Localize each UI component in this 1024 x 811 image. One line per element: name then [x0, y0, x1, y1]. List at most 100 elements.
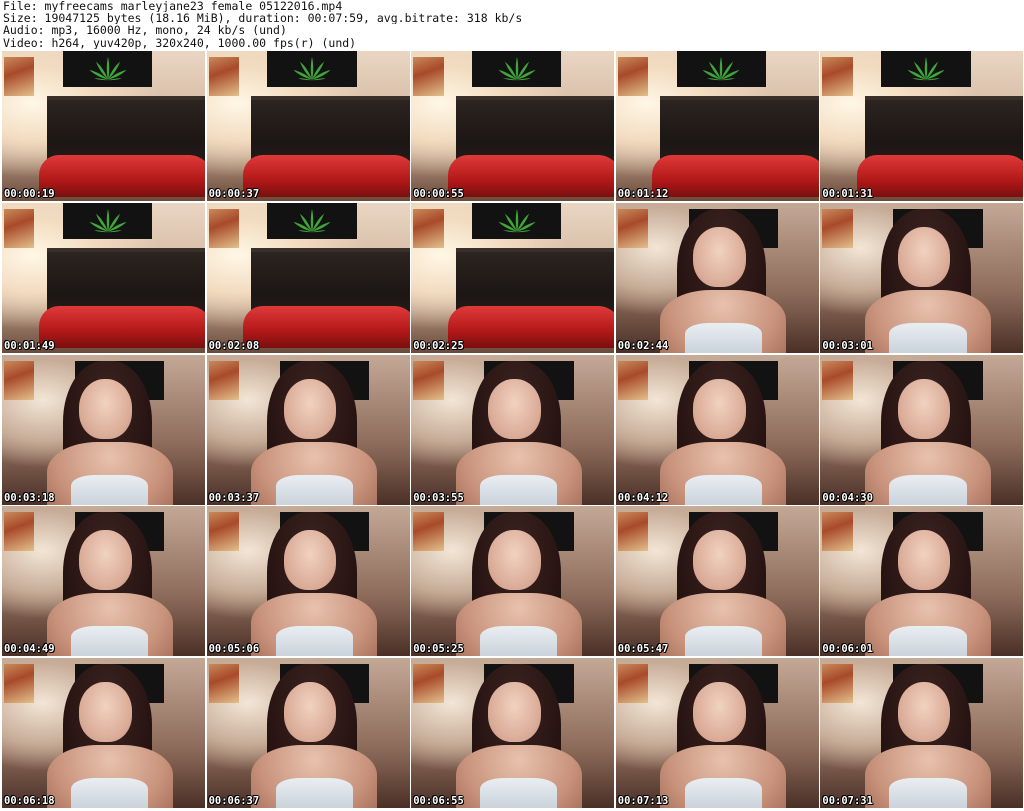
video-thumbnail: 00:03:18 [2, 354, 205, 505]
video-thumbnail: 00:05:25 [411, 506, 615, 657]
file-info-header: File: myfreecams_marleyjane23_female_051… [3, 0, 1021, 50]
person-face [488, 530, 542, 591]
wall-poster [617, 208, 649, 248]
person-face [283, 682, 337, 743]
person-top [71, 778, 149, 809]
person-top [684, 474, 762, 505]
video-thumbnail: 00:06:01 [820, 506, 1024, 657]
person-top [684, 626, 762, 657]
thumbnail-timestamp: 00:00:37 [208, 188, 260, 200]
video-thumbnail: 00:02:25 [411, 202, 615, 353]
wall-poster [208, 512, 240, 552]
thumbnail-timestamp: 00:01:49 [4, 339, 55, 352]
person-top [480, 626, 558, 657]
wall-flag [472, 51, 562, 87]
person-top [684, 778, 762, 809]
wall-poster [822, 208, 853, 248]
person-face [897, 682, 951, 743]
thumbnail-timestamp: 00:02:25 [413, 339, 464, 352]
wall-poster [208, 57, 240, 96]
cannabis-leaf-icon [88, 208, 127, 233]
thumbnail-timestamp: 00:07:13 [617, 795, 669, 808]
red-pillow [243, 154, 410, 197]
thumbnail-timestamp: 00:03:55 [413, 491, 464, 504]
thumbnail-timestamp: 00:06:01 [822, 643, 873, 656]
audio-info-line: Audio: mp3, 16000 Hz, mono, 24 kb/s (und… [3, 24, 287, 37]
red-pillow [652, 154, 819, 197]
thumbnail-timestamp: 00:02:08 [208, 339, 260, 352]
thumbnail-timestamp: 00:03:37 [208, 491, 260, 504]
wall-poster [4, 208, 35, 248]
red-pillow [38, 306, 205, 349]
thumbnail-timestamp: 00:07:31 [822, 795, 873, 808]
wall-flag [881, 51, 971, 87]
video-thumbnail: 00:05:06 [206, 506, 410, 657]
cannabis-leaf-icon [702, 56, 740, 81]
wall-poster [617, 664, 649, 704]
person-top [275, 626, 353, 657]
wall-flag [62, 51, 153, 87]
video-thumbnail: 00:00:19 [2, 51, 205, 201]
person-top [889, 626, 967, 657]
person-face [79, 530, 132, 591]
wall-poster [4, 57, 35, 96]
person-face [488, 682, 542, 743]
thumbnail-timestamp: 00:05:47 [617, 643, 669, 656]
video-thumbnail: 00:03:01 [820, 202, 1024, 353]
thumbnail-timestamp: 00:02:44 [617, 339, 669, 352]
person-top [889, 322, 967, 353]
wall-poster [822, 360, 853, 400]
person-top [71, 626, 149, 657]
video-thumbnail: 00:02:44 [615, 202, 819, 353]
video-thumbnail: 00:03:55 [411, 354, 615, 505]
person-top [889, 778, 967, 809]
thumbnail-timestamp: 00:05:06 [208, 643, 260, 656]
red-pillow [38, 154, 205, 197]
person-top [480, 778, 558, 809]
wall-poster [822, 57, 853, 96]
person-face [897, 226, 951, 287]
red-pillow [447, 154, 615, 197]
thumbnail-timestamp: 00:05:25 [413, 643, 464, 656]
thumbnail-timestamp: 00:04:30 [822, 491, 873, 504]
wall-flag [62, 202, 153, 239]
person-face [897, 378, 951, 439]
wall-poster [413, 664, 444, 704]
thumbnail-timestamp: 00:06:18 [4, 795, 55, 808]
wall-poster [208, 664, 240, 704]
person-face [692, 226, 746, 287]
wall-flag [472, 202, 562, 239]
person-face [692, 530, 746, 591]
video-thumbnail: 00:01:12 [615, 51, 819, 201]
thumbnail-timestamp: 00:04:49 [4, 643, 55, 656]
wall-flag [267, 51, 357, 87]
video-thumbnail: 00:06:55 [411, 658, 615, 809]
person-face [283, 530, 337, 591]
wall-poster [208, 360, 240, 400]
thumbnail-timestamp: 00:03:01 [822, 339, 873, 352]
video-thumbnail: 00:03:37 [206, 354, 410, 505]
thumbnail-timestamp: 00:00:19 [4, 188, 55, 200]
person-face [488, 378, 542, 439]
person-top [71, 474, 149, 505]
red-pillow [447, 306, 615, 349]
wall-poster [208, 208, 240, 248]
thumbnail-grid: 00:00:19 00:00:37 00:00:55 00:01:12 00:01:31… [2, 51, 1024, 809]
video-thumbnail: 00:06:18 [2, 658, 205, 809]
wall-poster [822, 512, 853, 552]
video-thumbnail: 00:07:13 [615, 658, 819, 809]
video-thumbnail: 00:04:12 [615, 354, 819, 505]
video-thumbnail: 00:06:37 [206, 658, 410, 809]
person-face [79, 378, 132, 439]
wall-poster [413, 57, 444, 96]
video-info-line: Video: h264, yuv420p, 320x240, 1000.00 f… [3, 36, 357, 49]
thumbnail-timestamp: 00:01:12 [617, 188, 669, 200]
contact-sheet: File: myfreecams_marleyjane23_female_051… [0, 0, 1024, 811]
person-top [480, 474, 558, 505]
thumbnail-timestamp: 00:01:31 [822, 188, 873, 200]
wall-poster [413, 512, 444, 552]
video-thumbnail: 00:00:37 [206, 51, 410, 201]
video-thumbnail: 00:01:31 [820, 51, 1024, 201]
cannabis-leaf-icon [498, 56, 536, 81]
wall-flag [676, 51, 766, 87]
